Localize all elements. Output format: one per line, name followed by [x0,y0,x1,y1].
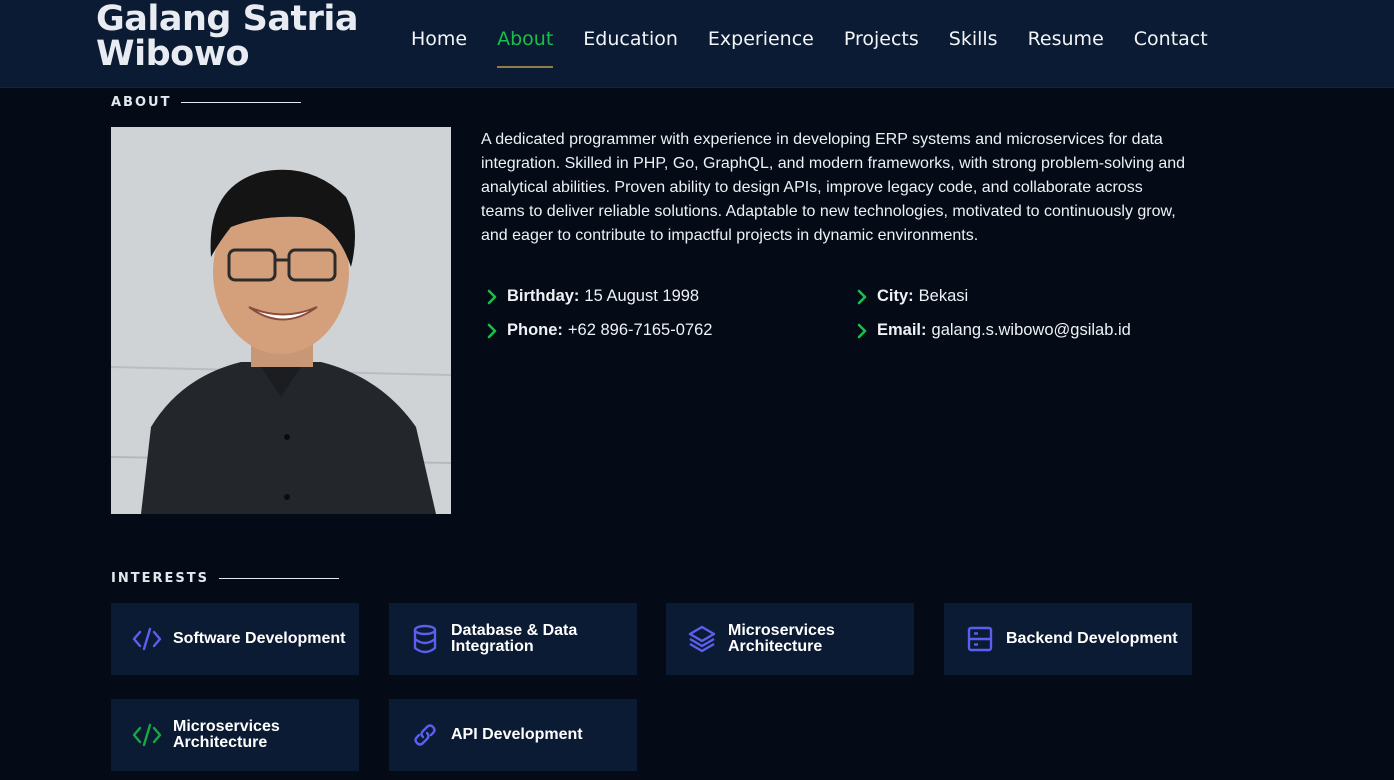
main-nav: Home About Education Experience Projects… [396,28,1223,68]
interest-card-api-development[interactable]: API Development [389,699,637,771]
layers-icon [686,623,718,655]
fact-city-label: City: [877,287,914,305]
fact-email: Email: galang.s.wibowo@gsilab.id [853,321,1131,340]
fact-birthday-label: Birthday: [507,287,580,305]
interests-section-title: INTERESTS [111,571,339,586]
fact-phone-value: +62 896-7165-0762 [567,321,713,339]
about-section-title: ABOUT [111,95,302,110]
about-bio: A dedicated programmer with experience i… [481,131,1186,244]
nav-experience[interactable]: Experience [708,28,814,58]
nav-home[interactable]: Home [411,28,467,58]
interest-label: API Development [451,726,583,743]
nav-resume[interactable]: Resume [1028,28,1104,58]
link-icon [409,719,441,751]
interest-label: Software Development [173,630,346,647]
nav-contact[interactable]: Contact [1134,28,1208,58]
site-brand[interactable]: Galang Satria Wibowo [96,2,376,72]
server-icon [964,623,996,655]
interest-label: Microservices Architecture [173,718,280,751]
nav-skills[interactable]: Skills [949,28,998,58]
interest-card-database-integration[interactable]: Database & Data Integration [389,603,637,675]
chevron-right-icon [853,322,871,340]
database-icon [409,623,441,655]
nav-about[interactable]: About [497,28,554,68]
site-header: Galang Satria Wibowo Home About Educatio… [0,0,1394,88]
chevron-right-icon [483,322,501,340]
about-title-rule [181,102,302,103]
nav-projects[interactable]: Projects [844,28,919,58]
fact-email-label: Email: [877,321,927,339]
nav-education[interactable]: Education [583,28,678,58]
interest-label: Database & Data Integration [451,622,578,655]
interest-label: Microservices Architecture [728,622,835,655]
fact-email-value[interactable]: galang.s.wibowo@gsilab.id [932,321,1131,340]
profile-photo [111,127,451,514]
interest-card-software-development[interactable]: Software Development [111,603,359,675]
code-icon [131,719,163,751]
fact-birthday: Birthday: 15 August 1998 [483,287,699,306]
chevron-right-icon [853,288,871,306]
fact-phone: Phone: +62 896-7165-0762 [483,321,712,340]
about-title-text: ABOUT [111,95,172,110]
interest-card-microservices-architecture-2[interactable]: Microservices Architecture [111,699,359,771]
fact-city-value: Bekasi [918,287,969,305]
fact-birthday-value: 15 August 1998 [584,287,700,305]
fact-city: City: Bekasi [853,287,968,306]
interest-card-microservices-architecture[interactable]: Microservices Architecture [666,603,914,675]
interests-title-text: INTERESTS [111,571,209,586]
fact-phone-label: Phone: [507,321,563,339]
code-icon [131,623,163,655]
chevron-right-icon [483,288,501,306]
interests-title-rule [218,578,339,579]
interest-label: Backend Development [1006,630,1178,647]
interest-card-backend-development[interactable]: Backend Development [944,603,1192,675]
profile-photo-illustration [111,127,451,514]
